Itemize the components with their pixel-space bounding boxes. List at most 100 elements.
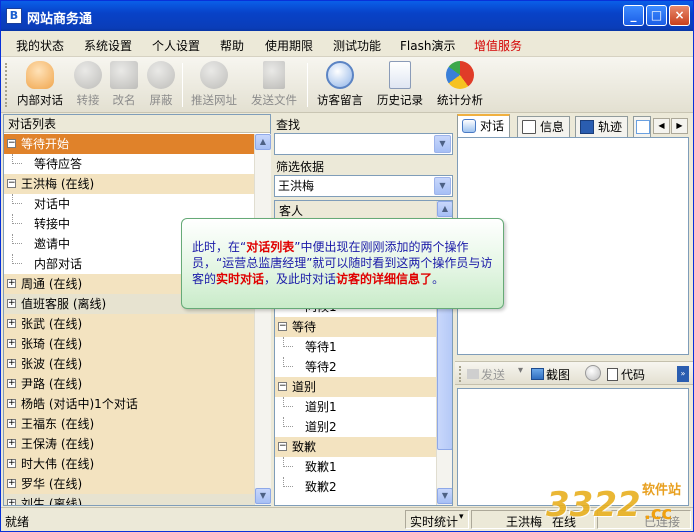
screenshot-icon xyxy=(531,368,544,380)
tree-group-item[interactable]: − 王洪梅 (在线) xyxy=(4,174,254,194)
chat-toolbar: 发送 ▾ 截图 代码 » xyxy=(455,361,693,385)
history-button[interactable]: 历史记录 xyxy=(373,59,427,111)
tree-group-item[interactable]: + 张武 (在线) xyxy=(4,314,254,334)
expand-icon[interactable]: + xyxy=(7,459,16,468)
tree-item[interactable]: 道别2 xyxy=(275,417,436,437)
callout-fragment: ，及此时对话 xyxy=(264,272,337,286)
tree-item-label: 内部对话 xyxy=(34,257,83,271)
tree-item[interactable]: 对话中 xyxy=(4,194,254,214)
rename-icon xyxy=(110,61,138,89)
expand-icon[interactable]: + xyxy=(7,499,16,505)
scroll-down-button[interactable]: ▼ xyxy=(437,488,452,504)
block-button[interactable]: 屏蔽 xyxy=(144,59,178,111)
tree-item[interactable]: 等待2 xyxy=(275,357,436,377)
menu-test-features[interactable]: 测试功能 xyxy=(333,37,381,54)
expand-icon[interactable]: + xyxy=(7,339,16,348)
expand-icon[interactable]: + xyxy=(7,419,16,428)
tree-group-item[interactable]: + 尹路 (在线) xyxy=(4,374,254,394)
internal-chat-button[interactable]: 内部对话 xyxy=(13,59,67,111)
menu-flash-demo[interactable]: Flash演示 xyxy=(400,37,455,54)
expand-icon[interactable]: + xyxy=(7,319,16,328)
expand-icon[interactable]: + xyxy=(7,399,16,408)
tree-item-label: 刘生 (离线) xyxy=(21,497,83,505)
collapse-icon[interactable]: − xyxy=(7,179,16,188)
expand-icon[interactable]: + xyxy=(7,299,16,308)
code-button[interactable]: 代码 xyxy=(607,366,645,383)
collapse-icon[interactable]: − xyxy=(278,382,287,391)
tree-group-item[interactable]: + 王福东 (在线) xyxy=(4,414,254,434)
collapse-icon[interactable]: − xyxy=(278,322,287,331)
tree-group-item[interactable]: + 杨皓 (对话中)1个对话 xyxy=(4,394,254,414)
tab-scroll-left-button[interactable]: ◀ xyxy=(653,118,670,134)
people-icon xyxy=(26,61,54,89)
tree-item[interactable]: 等待1 xyxy=(275,337,436,357)
menu-personal-settings[interactable]: 个人设置 xyxy=(152,37,200,54)
push-url-button[interactable]: 推送网址 xyxy=(187,59,241,111)
scroll-up-button[interactable]: ▲ xyxy=(437,201,452,217)
collapse-icon[interactable]: − xyxy=(7,139,16,148)
menu-system-settings[interactable]: 系统设置 xyxy=(84,37,132,54)
filter-select[interactable]: 王洪梅 ▼ xyxy=(274,175,453,197)
chevron-down-icon[interactable]: ▼ xyxy=(434,135,451,153)
tab-info[interactable]: 信息 xyxy=(517,116,571,138)
tab-track[interactable]: 轨迹 xyxy=(575,116,629,138)
collapse-icon[interactable]: − xyxy=(278,442,287,451)
visitor-message-button[interactable]: 访客留言 xyxy=(313,59,367,111)
close-button[interactable]: × xyxy=(669,5,690,26)
screenshot-button[interactable]: 截图 xyxy=(531,366,570,383)
conversation-list-panel: 对话列表 − 等待开始 等待应答 − 王洪梅 (在线) 对话中 转接中 邀请中 内部对话 + 周通 … xyxy=(3,114,271,506)
tree-item[interactable]: 致歉2 xyxy=(275,477,436,497)
tree-group-item[interactable]: + 张琦 (在线) xyxy=(4,334,254,354)
scroll-thumb[interactable] xyxy=(437,305,452,450)
tree-item-label: 值班客服 (离线) xyxy=(21,297,107,311)
menu-my-status[interactable]: 我的状态 xyxy=(16,37,64,54)
tree-group-item[interactable]: − 道别 xyxy=(275,377,436,397)
send-file-button[interactable]: 发送文件 xyxy=(247,59,301,111)
tree-group-item[interactable]: − 等待 xyxy=(275,317,436,337)
scroll-up-button[interactable]: ▲ xyxy=(255,134,271,150)
tab-overflow[interactable] xyxy=(633,116,651,138)
callout-emphasis: 访客的详细信息了 xyxy=(336,272,433,286)
tree-item[interactable]: 等待应答 xyxy=(4,154,254,174)
search-input[interactable]: ▼ xyxy=(274,133,453,155)
globe-icon xyxy=(200,61,228,89)
send-options-icon[interactable]: ▾ xyxy=(518,365,523,376)
chat-toolbar-overflow-button[interactable]: » xyxy=(677,366,689,382)
tree-group-item[interactable]: + 罗华 (在线) xyxy=(4,474,254,494)
tree-group-item[interactable]: + 张波 (在线) xyxy=(4,354,254,374)
tree-group-item[interactable]: + 王保涛 (在线) xyxy=(4,434,254,454)
statistics-button[interactable]: 统计分析 xyxy=(433,59,487,111)
minimize-button[interactable]: _ xyxy=(623,5,644,26)
toolbar-grip[interactable] xyxy=(5,63,8,107)
tab-chat[interactable]: 对话 xyxy=(457,114,511,138)
tab-scroll-right-button[interactable]: ▶ xyxy=(671,118,688,134)
tree-item[interactable]: 致歉1 xyxy=(275,457,436,477)
title-bar[interactable]: B 网站商务通 _ □ × xyxy=(1,1,693,31)
tree-group-item[interactable]: + 时大伟 (在线) xyxy=(4,454,254,474)
conversation-list-scrollbar[interactable]: ▲ ▼ xyxy=(254,134,271,505)
expand-icon[interactable]: + xyxy=(7,479,16,488)
expand-icon[interactable]: + xyxy=(7,439,16,448)
tree-item-label: 王洪梅 (在线) xyxy=(21,177,95,191)
tree-item-label: 王福东 (在线) xyxy=(21,417,95,431)
menu-value-added[interactable]: 增值服务 xyxy=(474,37,522,54)
menu-usage-period[interactable]: 使用期限 xyxy=(265,37,313,54)
tree-group-item[interactable]: − 等待开始 xyxy=(4,134,254,154)
search-panel: 查找 ▼ 筛选依据 王洪梅 ▼ 客人 问候1−等待等待1等待2−道别道别1道别2… xyxy=(272,114,454,506)
tree-item[interactable]: 道别1 xyxy=(275,397,436,417)
transfer-button[interactable]: 转接 xyxy=(71,59,105,111)
realtime-stats-button[interactable]: 实时统计 ▾ xyxy=(405,510,469,529)
expand-icon[interactable]: + xyxy=(7,359,16,368)
scroll-down-button[interactable]: ▼ xyxy=(255,488,271,504)
emoticon-icon[interactable] xyxy=(585,365,601,381)
menu-help[interactable]: 帮助 xyxy=(220,37,244,54)
rename-button[interactable]: 改名 xyxy=(107,59,141,111)
chevron-down-icon[interactable]: ▼ xyxy=(434,177,451,195)
expand-icon[interactable]: + xyxy=(7,379,16,388)
tree-connector xyxy=(12,254,22,264)
tree-group-item[interactable]: + 刘生 (离线) xyxy=(4,494,254,505)
expand-icon[interactable]: + xyxy=(7,279,16,288)
tree-group-item[interactable]: − 致歉 xyxy=(275,437,436,457)
maximize-button[interactable]: □ xyxy=(646,5,667,26)
send-button[interactable]: 发送 xyxy=(467,366,505,383)
